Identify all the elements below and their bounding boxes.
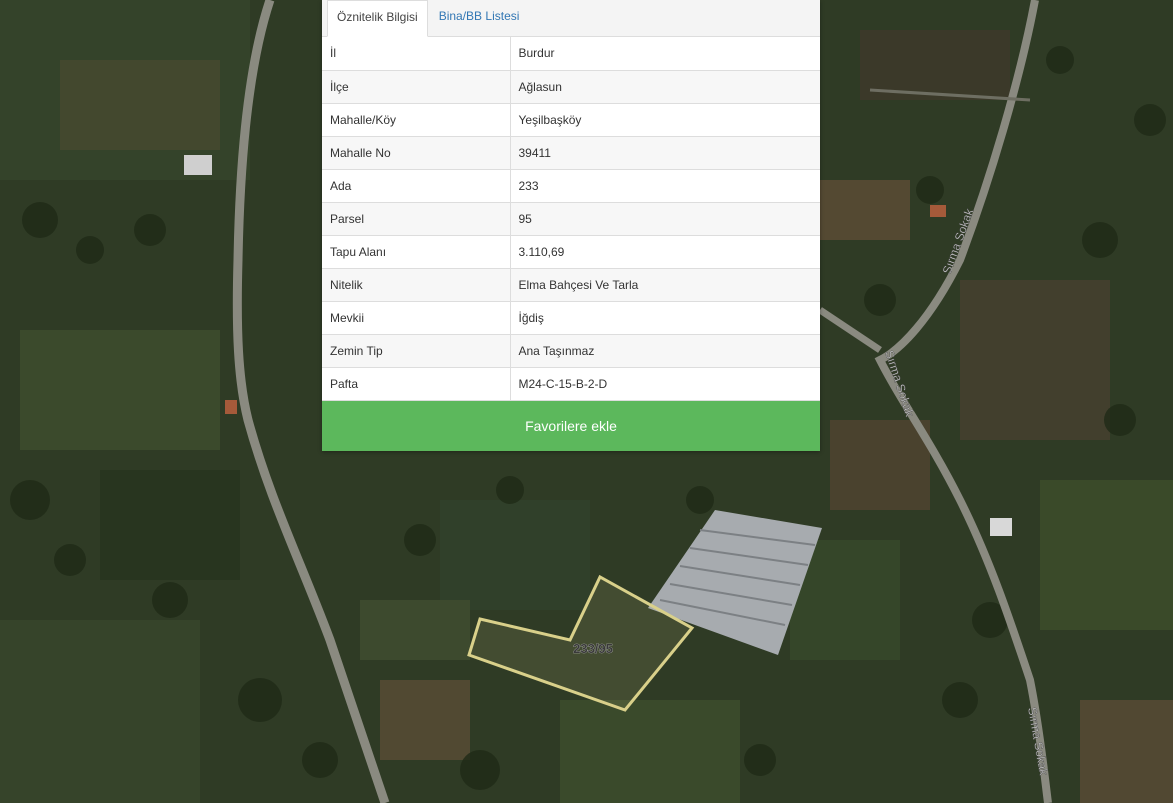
attribute-value: 39411 xyxy=(510,136,820,170)
tab-attribute-info[interactable]: Öznitelik Bilgisi xyxy=(327,0,428,37)
attribute-value: Elma Bahçesi Ve Tarla xyxy=(510,268,820,302)
table-row: İl Burdur xyxy=(322,37,820,71)
table-row: Mevkii İğdiş xyxy=(322,301,820,335)
table-row: İlçe Ağlasun xyxy=(322,70,820,104)
attribute-value: 95 xyxy=(510,202,820,236)
attribute-table: İl Burdur İlçe Ağlasun Mahalle/Köy Yeşil… xyxy=(322,37,820,401)
attribute-key: İl xyxy=(322,37,511,71)
table-row: Nitelik Elma Bahçesi Ve Tarla xyxy=(322,268,820,302)
attribute-value: Ana Taşınmaz xyxy=(510,334,820,368)
table-row: Tapu Alanı 3.110,69 xyxy=(322,235,820,269)
attribute-value: Burdur xyxy=(510,37,820,71)
attribute-value: 3.110,69 xyxy=(510,235,820,269)
attribute-key: Nitelik xyxy=(322,268,511,302)
attribute-key: Zemin Tip xyxy=(322,334,511,368)
attribute-key: Mahalle No xyxy=(322,136,511,170)
attribute-key: Ada xyxy=(322,169,511,203)
attribute-value: Yeşilbaşköy xyxy=(510,103,820,137)
attribute-value: İğdiş xyxy=(510,301,820,335)
panel-tabs: Öznitelik Bilgisi Bina/BB Listesi xyxy=(322,0,820,37)
attribute-key: Mahalle/Köy xyxy=(322,103,511,137)
attribute-key: Tapu Alanı xyxy=(322,235,511,269)
parcel-label: 233/95 xyxy=(573,641,613,656)
tab-building-list[interactable]: Bina/BB Listesi xyxy=(428,0,529,36)
table-row: Mahalle No 39411 xyxy=(322,136,820,170)
table-row: Mahalle/Köy Yeşilbaşköy xyxy=(322,103,820,137)
attribute-key: Mevkii xyxy=(322,301,511,335)
table-row: Ada 233 xyxy=(322,169,820,203)
table-row: Pafta M24-C-15-B-2-D xyxy=(322,367,820,401)
table-row: Parsel 95 xyxy=(322,202,820,236)
attribute-key: Pafta xyxy=(322,367,511,401)
attribute-key: İlçe xyxy=(322,70,511,104)
table-row: Zemin Tip Ana Taşınmaz xyxy=(322,334,820,368)
add-to-favorites-button[interactable]: Favorilere ekle xyxy=(322,400,820,451)
attribute-value: Ağlasun xyxy=(510,70,820,104)
attribute-key: Parsel xyxy=(322,202,511,236)
parcel-info-panel: Öznitelik Bilgisi Bina/BB Listesi İl Bur… xyxy=(322,0,820,451)
attribute-value: 233 xyxy=(510,169,820,203)
attribute-value: M24-C-15-B-2-D xyxy=(510,367,820,401)
